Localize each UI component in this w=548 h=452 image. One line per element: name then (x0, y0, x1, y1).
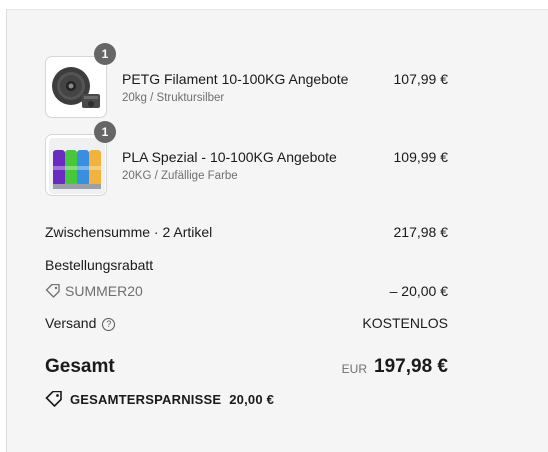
discount-code-text: SUMMER20 (65, 283, 143, 299)
product-image: 1 (45, 121, 116, 196)
subtotal-label: Zwischensumme · 2 Artikel (45, 224, 213, 240)
grey-filament-spools-icon (52, 67, 100, 108)
product-variant: 20KG / Zufällige Farbe (122, 170, 238, 182)
total-savings: GESAMTERSPARNISSE 20,00 € (45, 391, 274, 407)
shipping-label-group: Versand? (45, 315, 116, 331)
savings-label: GESAMTERSPARNISSE (70, 391, 222, 407)
discount-label: Bestellungsrabatt (45, 257, 154, 273)
product-price: 107,99 € (393, 71, 449, 87)
line-item: 1 PETG Filament 10-100KG Angebote 20kg /… (0, 43, 548, 122)
tag-icon (45, 284, 60, 298)
quantity-badge: 1 (94, 121, 116, 143)
quantity-badge: 1 (94, 43, 116, 65)
savings-tag-icon (45, 391, 62, 407)
discount-code: SUMMER20 (45, 283, 143, 299)
shipping-label: Versand (45, 315, 97, 331)
product-price: 109,99 € (393, 149, 449, 165)
product-variant: 20kg / Struktursilber (122, 92, 225, 104)
total-label: Gesamt (45, 356, 115, 377)
product-name: PETG Filament 10-100KG Angebote (122, 71, 349, 87)
subtotal-value: 217,98 € (393, 224, 449, 240)
shipping-value: KOSTENLOS (362, 315, 448, 331)
discount-value: – 20,00 € (389, 283, 448, 299)
line-item: 1 PLA Spezial - 10-100KG Angebote 20KG /… (0, 121, 548, 200)
colored-filament-spools-icon (49, 138, 105, 194)
savings-value: 20,00 € (229, 391, 275, 407)
product-name: PLA Spezial - 10-100KG Angebote (122, 149, 337, 165)
help-icon[interactable]: ? (102, 318, 116, 331)
product-image: 1 (45, 43, 116, 118)
total-value: 197,98 € (374, 356, 448, 377)
currency-code: EUR (341, 362, 367, 376)
